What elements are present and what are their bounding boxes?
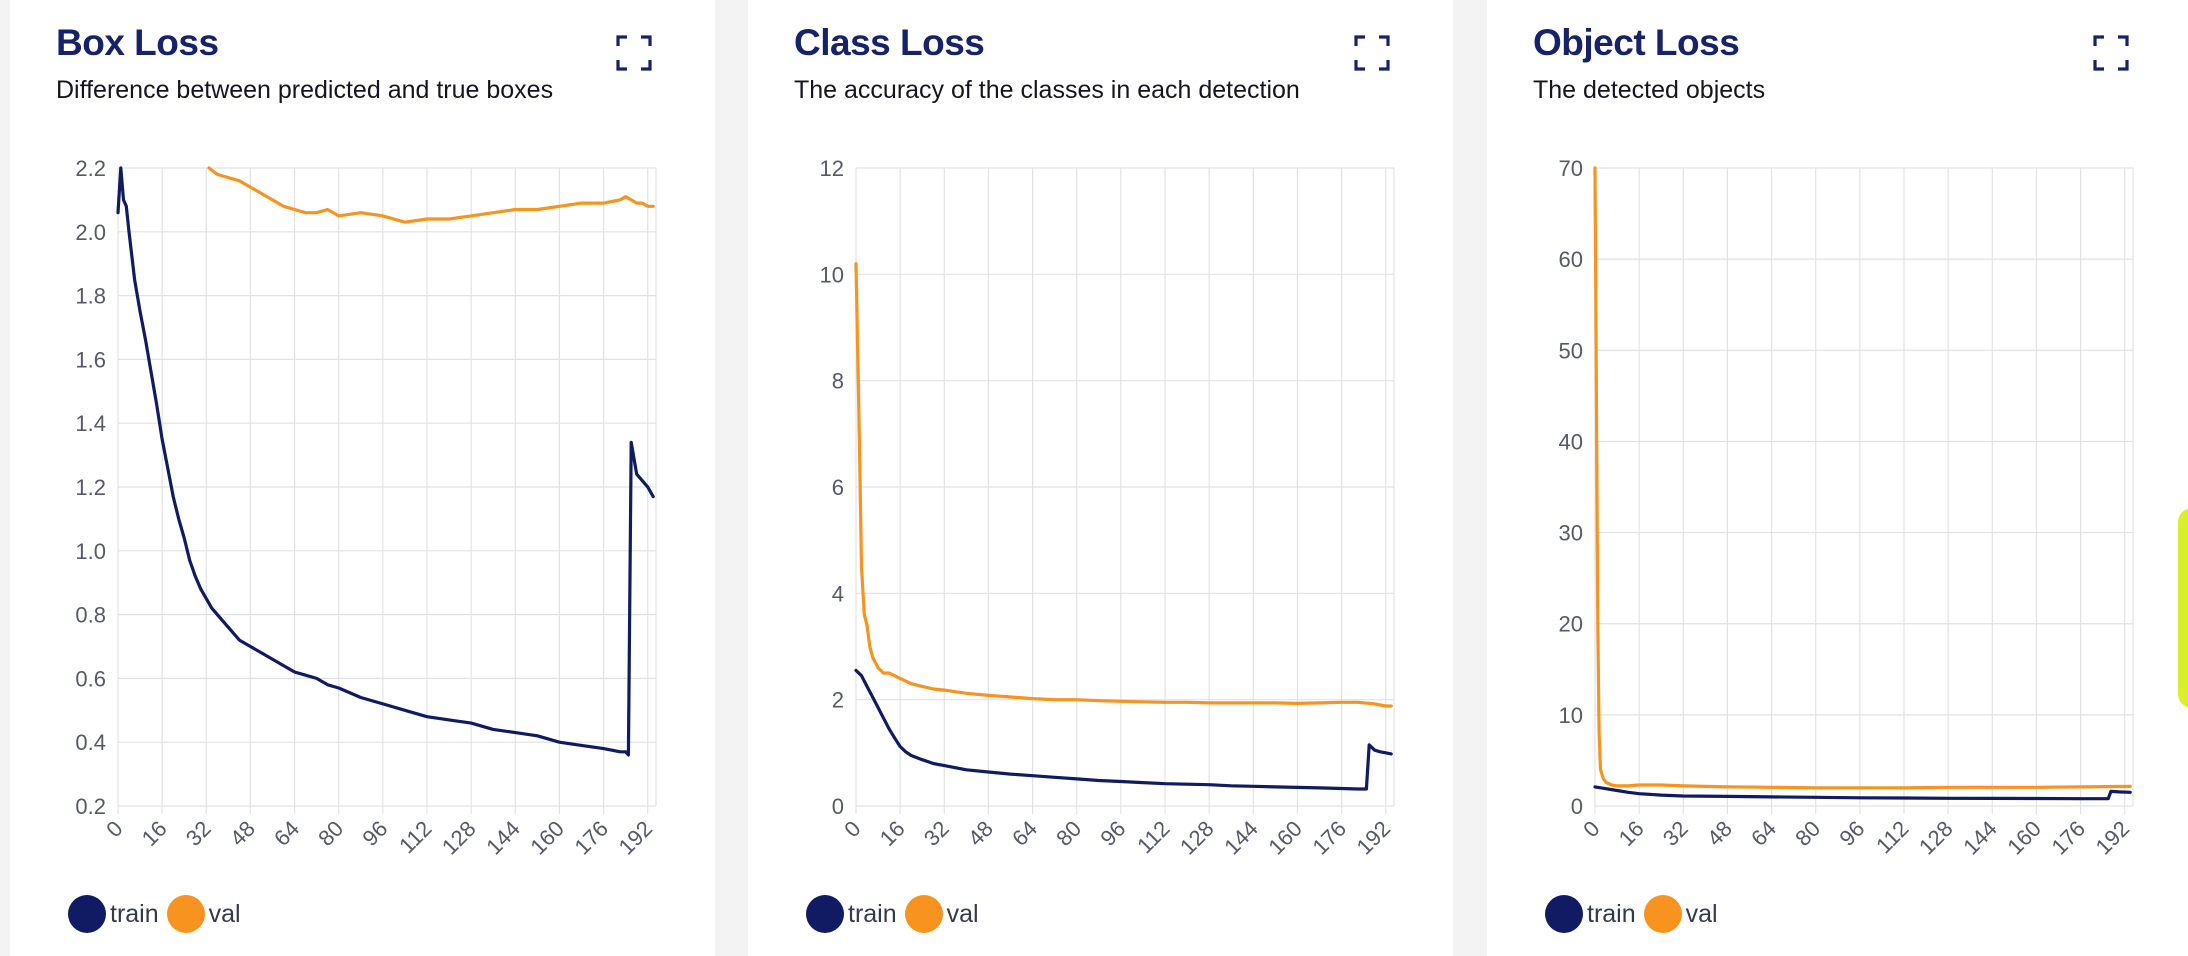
x-tick-label: 32: [1658, 816, 1693, 851]
x-tick-label: 112: [1871, 816, 1913, 858]
y-tick-label: 0: [1571, 794, 1583, 819]
chart-legend: train val: [68, 894, 249, 934]
box-loss-chart: 0.2 0.4 0.6 0.8 1.0 1.2 1.4 1.6 1.8 2.0 2.2 0 16 32 48…: [75, 156, 658, 860]
legend-swatch-train: [1545, 895, 1583, 933]
y-tick-label: 0.6: [75, 666, 106, 691]
x-tick-label: 32: [919, 816, 954, 851]
x-tick-label: 64: [269, 816, 304, 851]
x-tick-label: 128: [437, 816, 481, 860]
legend-swatch-val: [166, 895, 205, 933]
legend-item-val[interactable]: val: [904, 895, 979, 933]
x-tick-label: 144: [481, 816, 525, 860]
x-tick-label: 32: [181, 816, 216, 851]
x-tick-label: 96: [1834, 816, 1869, 851]
x-tick-label: 128: [1914, 816, 1958, 860]
legend-label-val: val: [208, 899, 241, 928]
series-line-val: [1593, 166, 2132, 790]
legend-swatch-val: [1643, 895, 1682, 933]
y-tick-label: 1.0: [75, 539, 106, 564]
x-tick-label: 112: [1132, 816, 1174, 858]
x-tick-label: 160: [2002, 816, 2046, 860]
class-loss-chart: 0 2 4 6 8 10 12 0 16 32 48 64 80 96 112 128 144 160 176 192: [820, 156, 1396, 860]
series-line-train: [116, 166, 655, 757]
y-tick-label: 0.8: [75, 603, 106, 628]
series-line-val: [207, 166, 655, 224]
x-tick-label: 112: [394, 816, 436, 858]
y-tick-label: 1.6: [75, 347, 106, 372]
x-tick-label: 80: [313, 816, 348, 851]
chart-legend: train val: [1545, 894, 1726, 934]
legend-label-val: val: [1685, 899, 1718, 928]
legend-label-train: train: [110, 899, 159, 928]
y-tick-label: 2.2: [75, 156, 106, 181]
x-tick-label: 0: [101, 816, 127, 842]
x-tick-label: 64: [1746, 816, 1781, 851]
series-line-val: [854, 262, 1393, 708]
y-tick-label: 4: [832, 581, 844, 606]
legend-swatch-val: [904, 895, 943, 933]
x-tick-label: 96: [357, 816, 392, 851]
y-tick-label: 30: [1559, 521, 1583, 546]
x-tick-label: 160: [1263, 816, 1307, 860]
side-feedback-tab[interactable]: [2178, 508, 2188, 708]
object-loss-card: Object Loss The detected objects 0 10 20 30…: [1487, 0, 2188, 956]
x-tick-label: 176: [2046, 816, 2090, 860]
y-tick-label: 40: [1559, 429, 1583, 454]
box-loss-card: Box Loss Difference between predicted an…: [10, 0, 715, 956]
y-tick-label: 50: [1559, 338, 1583, 363]
y-tick-label: 60: [1559, 247, 1583, 272]
y-tick-label: 0.4: [75, 730, 106, 755]
y-tick-label: 1.4: [75, 411, 106, 436]
y-tick-label: 20: [1559, 612, 1583, 637]
x-tick-label: 96: [1095, 816, 1130, 851]
class-loss-card: Class Loss The accuracy of the classes i…: [748, 0, 1453, 956]
legend-item-train[interactable]: train: [806, 895, 897, 933]
legend-item-val[interactable]: val: [166, 895, 241, 933]
x-tick-label: 144: [1219, 816, 1263, 860]
y-tick-label: 1.2: [75, 475, 106, 500]
legend-swatch-train: [806, 895, 844, 933]
y-tick-label: 10: [820, 262, 844, 287]
x-tick-label: 48: [1702, 816, 1737, 851]
legend-item-train[interactable]: train: [1545, 895, 1636, 933]
x-tick-label: 16: [875, 816, 910, 851]
legend-item-train[interactable]: train: [68, 895, 159, 933]
y-tick-label: 10: [1559, 703, 1583, 728]
x-tick-label: 80: [1790, 816, 1825, 851]
x-tick-label: 160: [525, 816, 569, 860]
y-tick-label: 0: [832, 794, 844, 819]
chart-legend: train val: [806, 894, 987, 934]
x-tick-label: 80: [1051, 816, 1086, 851]
y-tick-label: 2.0: [75, 220, 106, 245]
x-tick-label: 192: [1352, 816, 1396, 860]
y-tick-label: 2: [832, 688, 844, 713]
legend-swatch-train: [68, 895, 106, 933]
x-tick-label: 64: [1007, 816, 1042, 851]
x-tick-label: 0: [1578, 816, 1604, 842]
x-tick-label: 192: [2091, 816, 2135, 860]
x-tick-label: 192: [614, 816, 658, 860]
y-tick-label: 6: [832, 475, 844, 500]
y-tick-label: 8: [832, 369, 844, 394]
legend-label-train: train: [1587, 899, 1636, 928]
x-tick-label: 144: [1958, 816, 2002, 860]
x-tick-label: 176: [569, 816, 613, 860]
x-tick-label: 48: [963, 816, 998, 851]
x-tick-label: 16: [137, 816, 172, 851]
y-tick-label: 1.8: [75, 284, 106, 309]
x-tick-label: 0: [839, 816, 865, 842]
x-tick-label: 128: [1175, 816, 1219, 860]
legend-label-val: val: [946, 899, 979, 928]
object-loss-chart: 0 10 20 30 40 50 60 70 0 16 32 48 64 80 96 112 128 144 160…: [1559, 156, 2135, 860]
y-tick-label: 12: [820, 156, 844, 181]
y-tick-label: 0.2: [75, 794, 106, 819]
legend-label-train: train: [848, 899, 897, 928]
x-tick-label: 16: [1614, 816, 1649, 851]
legend-item-val[interactable]: val: [1643, 895, 1718, 933]
y-tick-label: 70: [1559, 156, 1583, 181]
x-tick-label: 176: [1307, 816, 1351, 860]
x-tick-label: 48: [225, 816, 260, 851]
